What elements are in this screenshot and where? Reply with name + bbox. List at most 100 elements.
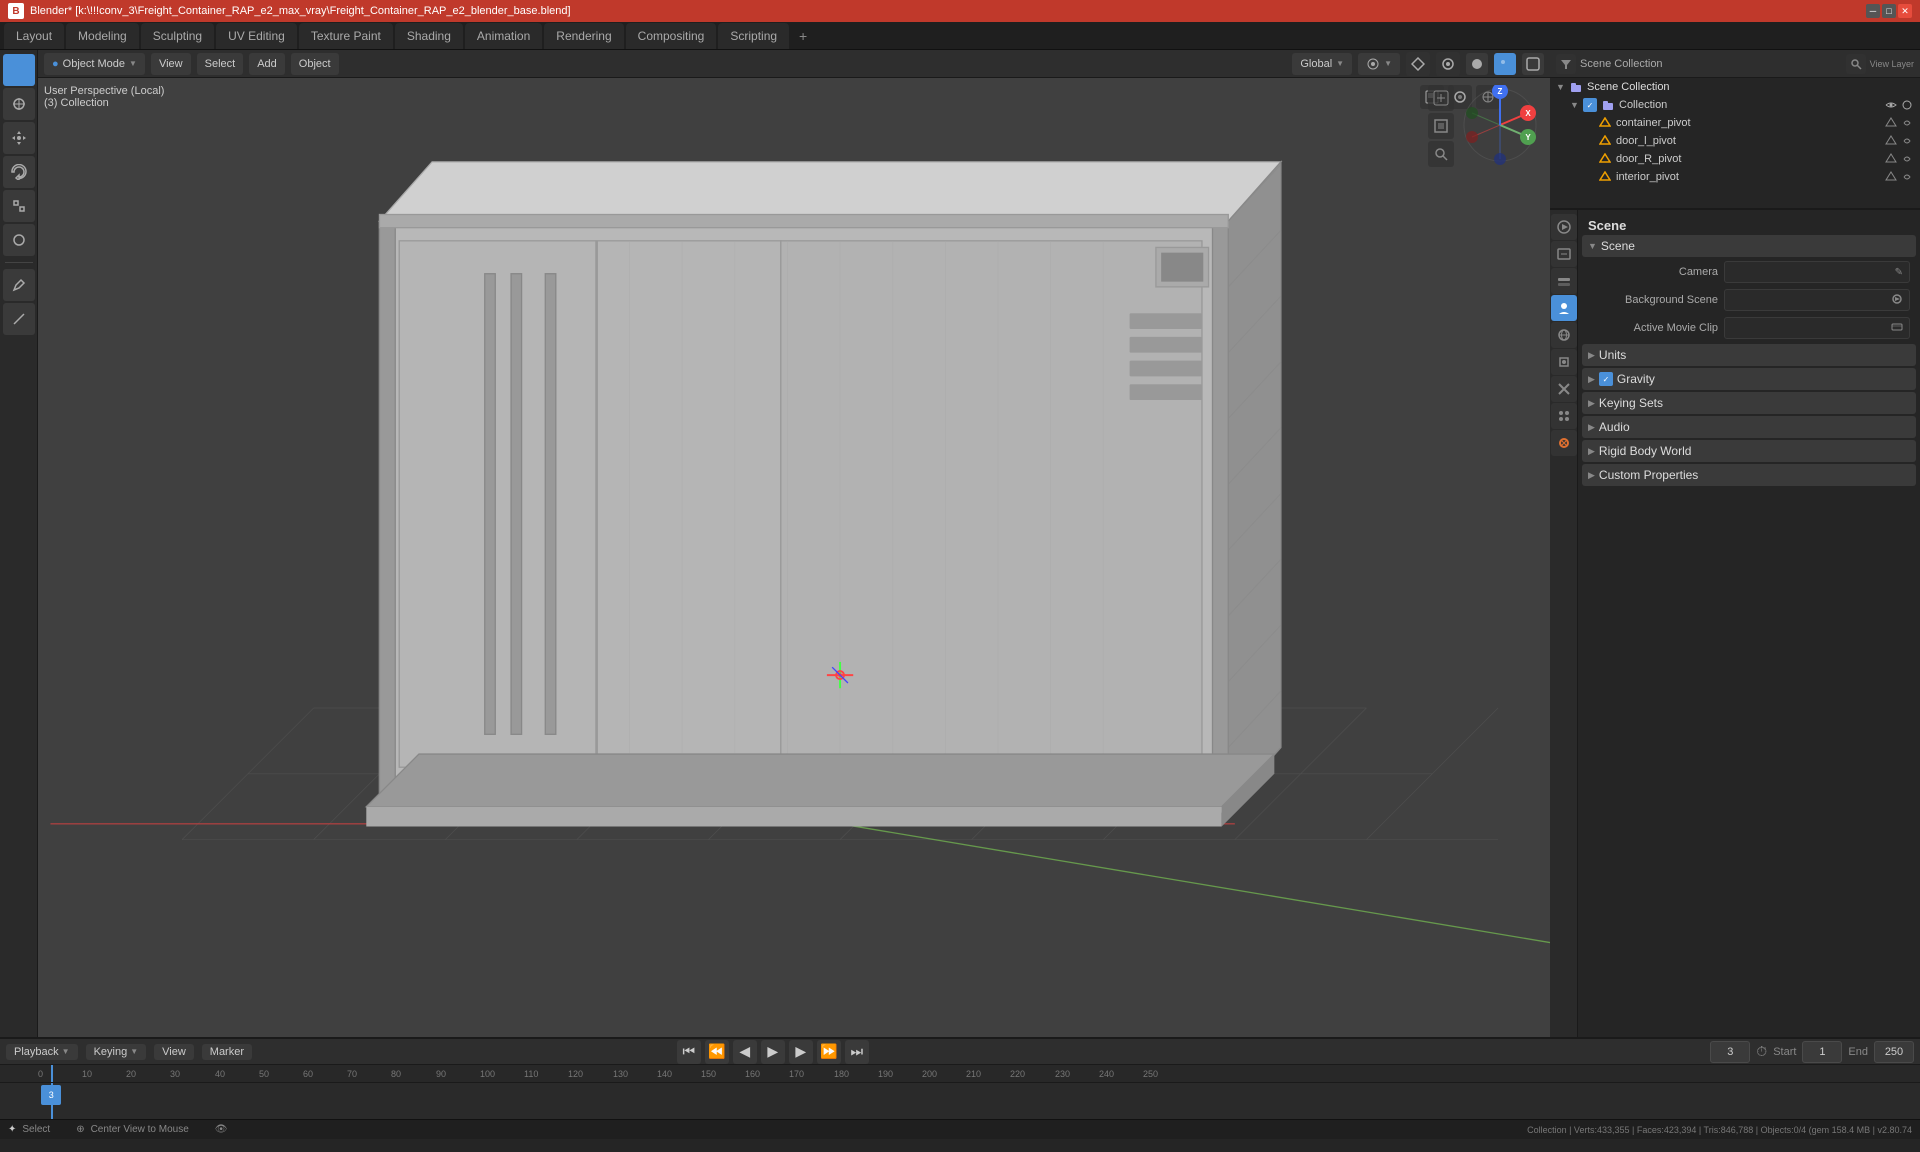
tab-shading[interactable]: Shading	[395, 23, 463, 49]
prop-object-icon[interactable]	[1551, 349, 1577, 375]
prop-output-icon[interactable]	[1551, 241, 1577, 267]
tab-layout[interactable]: Layout	[4, 23, 64, 49]
audio-section-header[interactable]: ▶ Audio	[1582, 416, 1916, 438]
start-frame-input[interactable]: 1	[1802, 1041, 1842, 1063]
object-menu-btn[interactable]: Object	[291, 53, 339, 75]
gravity-section-header[interactable]: ▶ ✓ Gravity	[1582, 368, 1916, 390]
tab-modeling[interactable]: Modeling	[66, 23, 139, 49]
select-menu-btn[interactable]: Select	[197, 53, 244, 75]
add-workspace-button[interactable]: +	[791, 26, 815, 46]
timeline-view-btn[interactable]: View	[154, 1044, 194, 1060]
tool-measure[interactable]	[3, 303, 35, 335]
render-rendered-btn[interactable]	[1522, 53, 1544, 75]
tab-rendering[interactable]: Rendering	[544, 23, 623, 49]
prev-frame-btn[interactable]: ◀	[733, 1040, 757, 1064]
rigid-body-world-header[interactable]: ▶ Rigid Body World	[1582, 440, 1916, 462]
maximize-button[interactable]: □	[1882, 4, 1896, 18]
play-btn[interactable]: ▶	[761, 1040, 785, 1064]
background-scene-icon[interactable]	[1891, 293, 1903, 308]
prop-modifiers-icon[interactable]	[1551, 376, 1577, 402]
prop-render-icon[interactable]	[1551, 214, 1577, 240]
gravity-checkbox[interactable]: ✓	[1599, 372, 1613, 386]
door-r-render-icon[interactable]	[1900, 152, 1914, 166]
outliner-collection[interactable]: ▼ ✓ Collection	[1550, 96, 1920, 114]
outliner-door-r-pivot[interactable]: door_R_pivot	[1550, 150, 1920, 168]
timeline-scrubber[interactable]: 3	[0, 1083, 1920, 1119]
snap-toggle[interactable]	[1406, 52, 1430, 76]
tool-rotate[interactable]	[3, 156, 35, 188]
camera-edit-icon[interactable]: ✎	[1895, 267, 1903, 278]
tool-annotate[interactable]	[3, 269, 35, 301]
container-pivot-vis-icon[interactable]	[1884, 116, 1898, 130]
tab-sculpting[interactable]: Sculpting	[141, 23, 214, 49]
door-l-render-icon[interactable]	[1900, 134, 1914, 148]
render-solid-btn[interactable]	[1466, 53, 1488, 75]
current-frame-marker[interactable]: 3	[41, 1085, 61, 1105]
prop-view-layer-icon[interactable]	[1551, 268, 1577, 294]
current-frame-input[interactable]: 3	[1710, 1041, 1750, 1063]
tab-compositing[interactable]: Compositing	[626, 23, 717, 49]
vis-render-icon[interactable]	[1900, 98, 1914, 112]
tool-scale[interactable]	[3, 190, 35, 222]
tab-uv-editing[interactable]: UV Editing	[216, 23, 297, 49]
viewport-3d[interactable]: ● Object Mode ▼ View Select Add Object G…	[38, 50, 1550, 1037]
outliner-container-pivot[interactable]: container_pivot	[1550, 114, 1920, 132]
prop-world-icon[interactable]	[1551, 322, 1577, 348]
active-clip-icon[interactable]	[1891, 321, 1903, 336]
tab-texture-paint[interactable]: Texture Paint	[299, 23, 393, 49]
tool-cursor[interactable]	[3, 88, 35, 120]
outliner-search-btn[interactable]	[1846, 54, 1866, 74]
prop-particles-icon[interactable]	[1551, 403, 1577, 429]
units-section-header[interactable]: ▶ Units	[1582, 344, 1916, 366]
marker-menu-btn[interactable]: Marker	[202, 1044, 252, 1060]
tab-animation[interactable]: Animation	[465, 23, 542, 49]
tab-scripting[interactable]: Scripting	[718, 23, 789, 49]
jump-start-btn[interactable]: ⏮	[677, 1040, 701, 1064]
viewport-navigation-gizmo[interactable]: X Y Z	[1460, 85, 1540, 165]
search-btn[interactable]	[1428, 141, 1454, 167]
outliner-interior-pivot[interactable]: interior_pivot	[1550, 168, 1920, 186]
vis-eye-icon[interactable]	[1884, 98, 1898, 112]
collection-visibility-checkbox[interactable]: ✓	[1583, 98, 1597, 112]
jump-next-keyframe-btn[interactable]: ⏩	[817, 1040, 841, 1064]
close-button[interactable]: ✕	[1898, 4, 1912, 18]
outliner-filter-btn[interactable]	[1556, 54, 1576, 74]
tool-select[interactable]	[3, 54, 35, 86]
jump-end-btn[interactable]: ⏭	[845, 1040, 869, 1064]
door-r-vis-icon[interactable]	[1884, 152, 1898, 166]
custom-properties-header[interactable]: ▶ Custom Properties	[1582, 464, 1916, 486]
pivot-dropdown[interactable]: ▼	[1358, 53, 1400, 75]
view-menu-btn[interactable]: View	[151, 53, 191, 75]
next-frame-btn[interactable]: ▶	[789, 1040, 813, 1064]
door-l-vis-icon[interactable]	[1884, 134, 1898, 148]
window-controls[interactable]: ─ □ ✕	[1866, 4, 1912, 18]
interior-render-icon[interactable]	[1900, 170, 1914, 184]
playback-menu-btn[interactable]: Playback ▼	[6, 1044, 78, 1060]
outliner-door-l-pivot[interactable]: door_l_pivot	[1550, 132, 1920, 150]
camera-value[interactable]: ✎	[1724, 261, 1910, 283]
outliner-scene-collection[interactable]: ▼ Scene Collection	[1550, 78, 1920, 96]
transform-global-dropdown[interactable]: Global ▼	[1292, 53, 1352, 75]
background-scene-value[interactable]	[1724, 289, 1910, 311]
timeline-ruler[interactable]: 0 10 20 30 40 50 60 70 80 90 100 110 120…	[0, 1065, 1920, 1083]
tool-move[interactable]	[3, 122, 35, 154]
interior-vis-icon[interactable]	[1884, 170, 1898, 184]
time-mode-icon[interactable]: ⏱	[1756, 1043, 1767, 1060]
tool-transform[interactable]	[3, 224, 35, 256]
minimize-button[interactable]: ─	[1866, 4, 1880, 18]
add-menu-btn[interactable]: Add	[249, 53, 285, 75]
prop-physics-icon[interactable]	[1551, 430, 1577, 456]
jump-prev-keyframe-btn[interactable]: ⏪	[705, 1040, 729, 1064]
container-pivot-render-icon[interactable]	[1900, 116, 1914, 130]
render-material-btn[interactable]	[1494, 53, 1516, 75]
end-frame-input[interactable]: 250	[1874, 1041, 1914, 1063]
frame-all-btn[interactable]	[1428, 113, 1454, 139]
scene-section-header[interactable]: ▼ Scene	[1582, 235, 1916, 257]
prop-scene-icon[interactable]	[1551, 295, 1577, 321]
active-movie-clip-value[interactable]	[1724, 317, 1910, 339]
keying-sets-header[interactable]: ▶ Keying Sets	[1582, 392, 1916, 414]
zoom-camera-btn[interactable]	[1428, 85, 1454, 111]
proportional-edit[interactable]	[1436, 52, 1460, 76]
keying-menu-btn[interactable]: Keying ▼	[86, 1044, 147, 1060]
object-mode-dropdown[interactable]: ● Object Mode ▼	[44, 53, 145, 75]
